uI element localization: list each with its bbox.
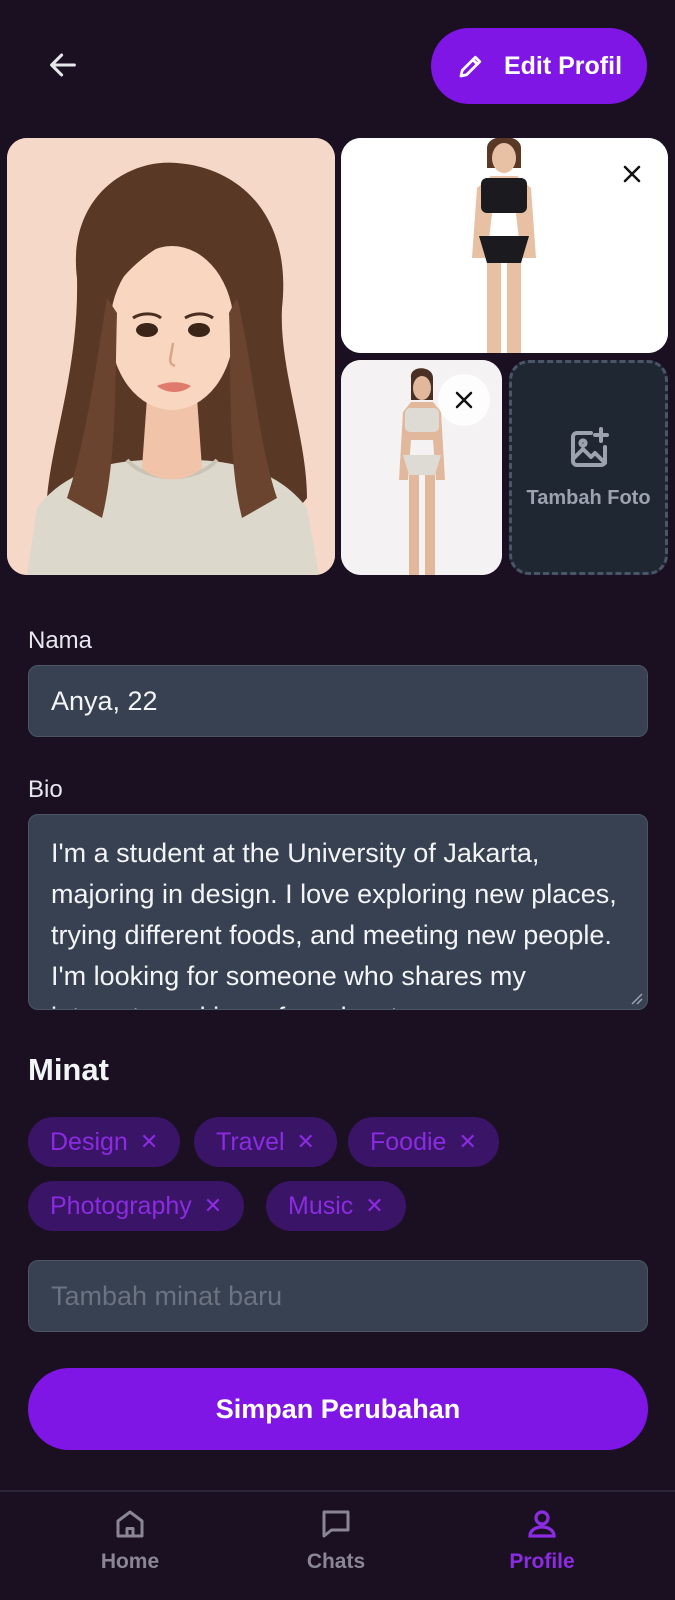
chat-icon <box>322 1510 350 1538</box>
add-photo-label: Tambah Foto <box>526 487 651 509</box>
bio-field[interactable]: I'm a student at the University of Jakar… <box>28 814 648 1010</box>
edit-profile-label: Edit Profil <box>503 51 623 80</box>
nav-chats-label: Chats <box>306 1550 366 1573</box>
profile-photo-2[interactable] <box>341 138 668 353</box>
tag-label: Photography <box>50 1191 192 1220</box>
remove-tag-icon[interactable]: ✕ <box>458 1129 476 1155</box>
interest-tag-music: Music ✕ <box>266 1181 406 1231</box>
interest-tag-photography: Photography ✕ <box>28 1181 245 1231</box>
edit-profile-screen: Edit Profil Tambah Foto Nama Anya, 22 Bi… <box>0 0 675 1600</box>
nav-home[interactable]: Home <box>55 1506 205 1596</box>
interests-title: Minat <box>28 1052 109 1087</box>
tag-label: Travel <box>216 1127 285 1156</box>
nav-profile-label: Profile <box>509 1550 575 1573</box>
user-icon <box>528 1510 556 1538</box>
nav-chats[interactable]: Chats <box>261 1506 411 1596</box>
remove-tag-icon[interactable]: ✕ <box>140 1129 158 1155</box>
name-field[interactable] <box>28 665 648 737</box>
nav-profile[interactable]: Profile <box>467 1506 617 1596</box>
tag-label: Design <box>50 1127 128 1156</box>
resize-handle-icon[interactable] <box>629 991 643 1005</box>
bottom-navigation: Home Chats Profile <box>0 1490 675 1600</box>
pencil-icon <box>459 55 482 78</box>
remove-photo-2-button[interactable] <box>606 148 658 200</box>
add-photo-icon <box>570 427 609 467</box>
portrait-illustration <box>7 138 335 575</box>
interest-tag-design: Design ✕ <box>28 1117 181 1167</box>
add-photo-button[interactable]: Tambah Foto <box>509 360 668 575</box>
close-icon <box>455 391 473 409</box>
header: Edit Profil <box>0 0 675 130</box>
arrow-left-icon <box>50 53 76 77</box>
bio-text: I'm a student at the University of Jakar… <box>51 838 617 1009</box>
new-interest-input[interactable] <box>28 1260 648 1332</box>
remove-tag-icon[interactable]: ✕ <box>365 1193 383 1219</box>
close-icon <box>623 165 641 183</box>
remove-tag-icon[interactable]: ✕ <box>204 1193 222 1219</box>
back-button[interactable] <box>40 42 86 88</box>
interest-tag-travel: Travel ✕ <box>194 1117 337 1167</box>
save-changes-button[interactable]: Simpan Perubahan <box>28 1368 648 1450</box>
interest-tag-foodie: Foodie ✕ <box>348 1117 499 1167</box>
tag-label: Music <box>288 1191 354 1220</box>
profile-photo-3[interactable] <box>341 360 502 575</box>
tag-label: Foodie <box>370 1127 447 1156</box>
name-label: Nama <box>28 627 93 654</box>
bio-label: Bio <box>28 776 63 803</box>
nav-home-label: Home <box>100 1550 160 1573</box>
home-icon <box>116 1510 144 1538</box>
edit-profile-button[interactable]: Edit Profil <box>431 28 647 104</box>
remove-photo-3-button[interactable] <box>438 374 490 426</box>
remove-tag-icon[interactable]: ✕ <box>297 1129 315 1155</box>
main-profile-photo[interactable] <box>7 138 335 575</box>
